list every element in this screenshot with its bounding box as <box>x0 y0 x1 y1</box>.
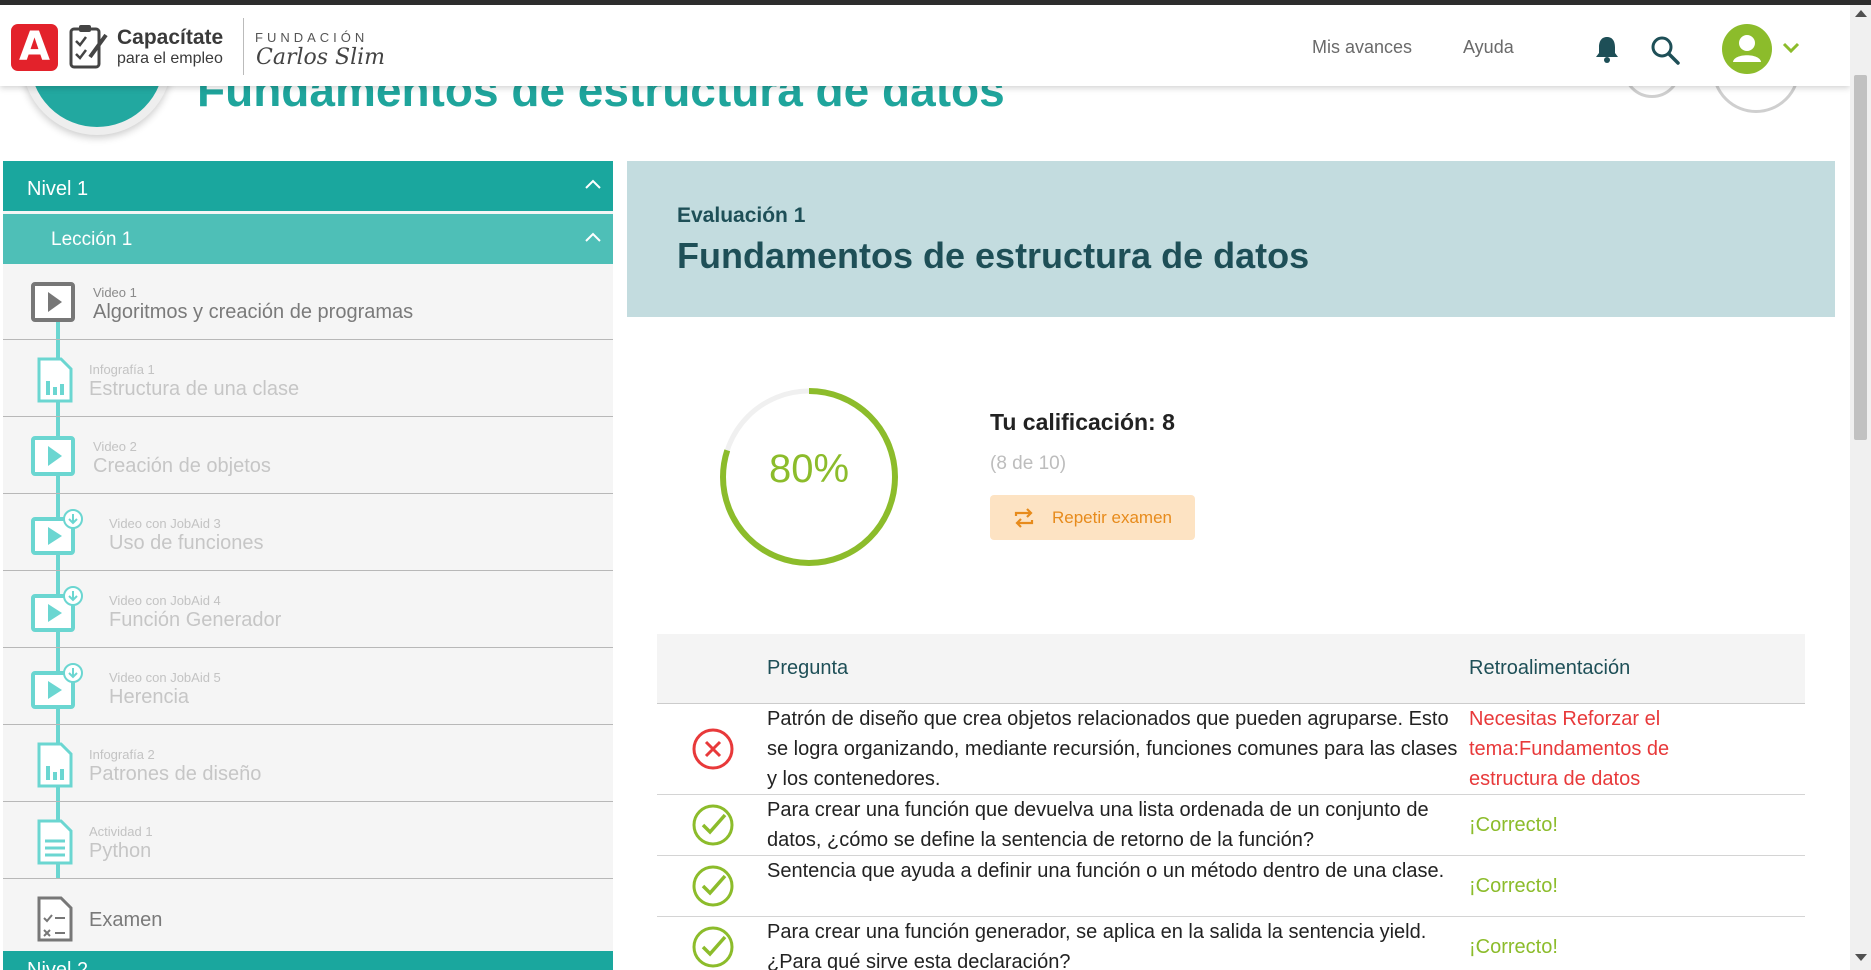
item-title: Examen <box>89 909 163 931</box>
search-icon[interactable] <box>1650 35 1680 65</box>
level-label: Nivel 1 <box>27 178 89 200</box>
level-header[interactable]: Nivel 1 <box>3 161 613 211</box>
nav-ayuda[interactable]: Ayuda <box>1463 37 1514 58</box>
sidebar-item-video-2[interactable]: Video 2 Creación de objetos <box>3 418 613 494</box>
play-icon <box>31 436 75 476</box>
feedback-text: ¡Correcto! <box>1469 814 1558 836</box>
infographic-icon <box>37 742 73 788</box>
correct-icon <box>692 926 734 968</box>
nav-mis-avances[interactable]: Mis avances <box>1312 37 1412 58</box>
item-title: Patrones de diseño <box>89 763 262 785</box>
bell-icon[interactable] <box>1594 35 1620 63</box>
item-title: Algoritmos y creación de programas <box>93 301 414 323</box>
evaluation-subtitle: Evaluación 1 <box>677 204 806 227</box>
sidebar-item-jobaid-5[interactable]: Video con JobAid 5 Herencia <box>3 649 613 725</box>
play-download-icon <box>31 509 83 555</box>
column-feedback: Retroalimentación <box>1469 657 1631 679</box>
clipboard-logo-icon <box>69 25 108 69</box>
infographic-icon <box>37 357 73 403</box>
play-download-icon <box>31 663 83 709</box>
incorrect-icon <box>692 728 734 770</box>
repeat-icon <box>1014 508 1034 528</box>
sidebar-item-infografia-1[interactable]: Infografía 1 Estructura de una clase <box>3 341 613 417</box>
page: Fundamentos de estructura de datos A Cap… <box>0 5 1850 970</box>
feedback-text: ¡Correcto! <box>1469 936 1558 958</box>
play-icon <box>31 282 75 322</box>
brand-logo-icon[interactable]: A <box>11 24 58 71</box>
brand-subtitle: para el empleo <box>117 50 223 67</box>
foundation-name: Carlos Slim <box>256 45 386 70</box>
lesson-header[interactable]: Lección 1 <box>3 214 613 264</box>
table-row: Para crear una función que devuelva una … <box>657 795 1805 856</box>
grade-label: Tu calificación: 8 <box>990 409 1175 435</box>
scroll-thumb[interactable] <box>1854 75 1867 440</box>
brand-divider <box>243 18 244 75</box>
chevron-up-icon[interactable] <box>585 232 601 242</box>
grade-detail: (8 de 10) <box>990 453 1067 474</box>
lesson-label: Lección 1 <box>51 229 133 250</box>
correct-icon <box>692 804 734 846</box>
correct-icon <box>692 865 734 907</box>
column-question: Pregunta <box>767 657 849 679</box>
evaluation-title: Fundamentos de estructura de datos <box>677 235 1310 276</box>
item-title: Herencia <box>109 686 190 708</box>
item-type: Video 1 <box>93 285 137 300</box>
table-row: Sentencia que ayuda a definir una funció… <box>657 856 1805 917</box>
table-header: Pregunta Retroalimentación <box>657 634 1805 704</box>
sidebar-item-infografia-2[interactable]: Infografía 2 Patrones de diseño <box>3 726 613 802</box>
question-text: Para crear una función que devuelva una … <box>767 799 1429 851</box>
table-row: Para crear una función generador, se apl… <box>657 917 1805 970</box>
item-type: Infografía 1 <box>89 362 155 377</box>
feedback-text: Necesitas Reforzar el tema:Fundamentos d… <box>1469 708 1670 790</box>
item-type: Video con JobAid 5 <box>109 670 221 685</box>
repeat-exam-label: Repetir examen <box>1052 508 1173 527</box>
item-type: Video con JobAid 4 <box>109 593 221 608</box>
evaluation-header: Evaluación 1 Fundamentos de estructura d… <box>627 161 1835 317</box>
top-header: A Capacítate para el empleo FUNDACIÓN Ca… <box>0 5 1850 86</box>
user-avatar-icon[interactable] <box>1722 24 1772 74</box>
scroll-down-icon[interactable] <box>1855 954 1867 961</box>
sidebar-item-video-1[interactable]: Video 1 Algoritmos y creación de program… <box>3 264 613 340</box>
course-sidebar: Nivel 1 Lección 1 Video 1 Algoritmos y c… <box>3 161 613 970</box>
item-type: Infografía 2 <box>89 747 155 762</box>
item-title: Python <box>89 840 152 862</box>
item-title: Creación de objetos <box>93 455 271 477</box>
results-panel: 80% Tu calificación: 8 (8 de 10) Repetir… <box>627 317 1835 970</box>
item-type: Actividad 1 <box>89 824 153 839</box>
play-download-icon <box>31 586 83 632</box>
score-percent: 80% <box>768 447 850 491</box>
foundation-label: FUNDACIÓN <box>255 30 369 45</box>
item-title: Estructura de una clase <box>89 378 300 400</box>
item-title: Función Generador <box>109 609 282 631</box>
question-text: Para crear una función generador, se apl… <box>767 921 1427 970</box>
vertical-scrollbar[interactable] <box>1850 5 1871 970</box>
chevron-down-icon[interactable] <box>1782 41 1800 55</box>
brand-title: Capacítate <box>117 26 224 49</box>
sidebar-item-examen[interactable]: Examen <box>3 880 613 956</box>
document-icon <box>37 819 73 865</box>
item-type: Video 2 <box>93 439 137 454</box>
chevron-up-icon[interactable] <box>585 179 601 189</box>
item-type: Video con JobAid 3 <box>109 516 221 531</box>
repeat-exam-button[interactable]: Repetir examen <box>990 495 1195 540</box>
exam-icon <box>37 896 73 942</box>
table-row: Patrón de diseño que crea objetos relaci… <box>657 704 1805 795</box>
question-text: Patrón de diseño que crea objetos relaci… <box>767 708 1458 790</box>
item-title: Uso de funciones <box>109 532 264 554</box>
sidebar-item-jobaid-4[interactable]: Video con JobAid 4 Función Generador <box>3 572 613 648</box>
sidebar-item-actividad-1[interactable]: Actividad 1 Python <box>3 803 613 879</box>
level-2-header[interactable]: Nivel 2 <box>3 951 613 970</box>
sidebar-item-jobaid-3[interactable]: Video con JobAid 3 Uso de funciones <box>3 495 613 571</box>
feedback-text: ¡Correcto! <box>1469 875 1558 897</box>
scroll-up-icon[interactable] <box>1855 10 1867 17</box>
question-text: Sentencia que ayuda a definir una funció… <box>767 860 1445 882</box>
